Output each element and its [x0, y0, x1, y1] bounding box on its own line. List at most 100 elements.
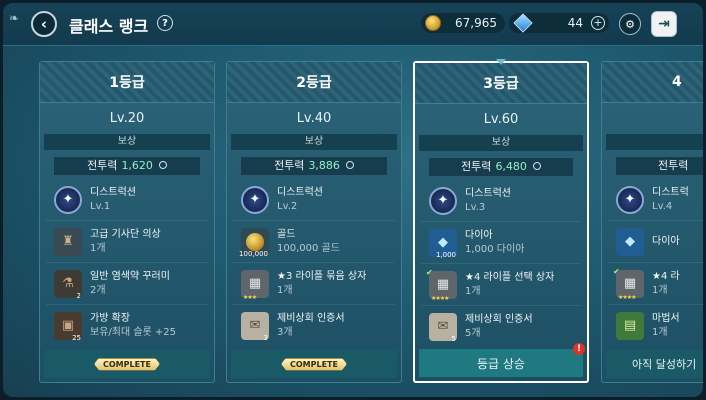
- reward-name: 디스트럭: [652, 186, 689, 198]
- reward-name: 다이아: [465, 229, 493, 241]
- card-footer: 아직 달성하기: [606, 350, 703, 378]
- star-rating: ★★★: [243, 293, 257, 301]
- power-requirement: 전투력: [616, 157, 703, 175]
- page-title: 클래스 랭크: [69, 17, 149, 36]
- level-requirement: [602, 111, 703, 129]
- reward-item[interactable]: ✦ 디스트럭 Lv.4: [608, 179, 703, 221]
- reward-name: 디스트럭션: [90, 186, 136, 198]
- reward-item[interactable]: ✔ ▦ ★★★★ ★4 라이플 선택 상자 1개: [421, 264, 581, 306]
- reward-item[interactable]: ▤ 마법서 1개: [608, 305, 703, 346]
- reward-item[interactable]: ✦ 디스트럭션 Lv.3: [421, 180, 581, 222]
- diamond-icon: ◆ 1,000: [429, 228, 457, 259]
- power-value: 6,480: [495, 160, 527, 173]
- bag-icon: ▣ 25: [54, 311, 82, 342]
- reward-item[interactable]: ✦ 디스트럭션 Lv.1: [46, 179, 208, 221]
- distruction-class-icon: ✦: [429, 186, 457, 215]
- reward-amount: 5개: [465, 327, 481, 339]
- diamond-icon: ◆: [616, 227, 644, 256]
- check-icon: ✔: [613, 266, 620, 276]
- magnify-icon[interactable]: [345, 161, 354, 169]
- rank-up-button[interactable]: 등급 상승 !: [419, 343, 585, 377]
- add-gems-button[interactable]: +: [591, 16, 605, 30]
- reward-item[interactable]: ✔ ▦ ★★★★ ★4 라 1개: [608, 263, 703, 305]
- reward-name: 일반 염색약 꾸러미: [90, 270, 170, 282]
- power-requirement: 전투력 3,886: [241, 157, 387, 175]
- level-requirement: Lv.20: [109, 111, 145, 126]
- top-bar: ❧ ‹ 클래스 랭크 ? 67,965 44 + ⚙ ⇥: [3, 3, 703, 46]
- certificate-icon: ✉ 3: [241, 311, 269, 342]
- level-requirement: Lv.60: [483, 112, 519, 127]
- reward-item[interactable]: ◆ 다이아: [608, 221, 703, 263]
- reward-item[interactable]: ✉ 5 제비상회 인증서 5개: [421, 306, 581, 347]
- back-button[interactable]: ‹: [31, 11, 57, 37]
- diamond-icon: [513, 13, 533, 33]
- class-rank-screen: ❧ ‹ 클래스 랭크 ? 67,965 44 + ⚙ ⇥ 1등급 Lv.20 보…: [3, 3, 703, 397]
- gold-amount: 67,965: [455, 16, 497, 30]
- magnify-icon[interactable]: [158, 161, 167, 169]
- exit-button[interactable]: ⇥: [651, 11, 677, 37]
- grade-title: 4: [602, 62, 703, 103]
- reward-name: 마법서: [652, 312, 680, 324]
- item-count: 2: [76, 291, 81, 300]
- reward-item[interactable]: ▣ 25 가방 확장 보유/최대 슬롯 +25: [46, 305, 208, 346]
- reward-item[interactable]: ✉ 3 제비상회 인증서 3개: [233, 305, 395, 346]
- reward-amount: Lv.3: [465, 201, 486, 213]
- certificate-icon: ✉ 5: [429, 312, 457, 343]
- reward-item[interactable]: ♜ 고급 기사단 의상 1개: [46, 221, 208, 263]
- dye-icon: ⚗ 2: [54, 269, 82, 300]
- reward-item[interactable]: ◆ 1,000 다이아 1,000 다이아: [421, 222, 581, 264]
- gear-icon: ⚙: [625, 17, 635, 31]
- power-label: 전투력: [87, 159, 118, 172]
- grade-card-2[interactable]: 2등급 Lv.40 보상 전투력 3,886 ✦ 디스트럭션 Lv.2 100,00…: [226, 61, 402, 383]
- reward-name: 제비상회 인증서: [465, 313, 533, 325]
- reward-item[interactable]: 100,000 골드 100,000 골드: [233, 221, 395, 263]
- reward-amount: 1,000 다이아: [465, 243, 525, 255]
- grade-card-4[interactable]: 4 전투력 ✦ 디스트럭 Lv.4 ◆ 다이아 ✔ ▦ ★★★★ ★4 라 1개 ▤ 마…: [601, 61, 703, 383]
- distruction-class-icon: ✦: [54, 185, 82, 214]
- help-icon[interactable]: ?: [157, 15, 173, 31]
- item-count: 3: [263, 333, 268, 342]
- grade-card-3[interactable]: 3등급 Lv.60 보상 전투력 6,480 ✦ 디스트럭션 Lv.3 ◆ 1,000…: [413, 59, 589, 383]
- reward-item[interactable]: ▦ ★★★ ★3 라이플 묶음 상자 1개: [233, 263, 395, 305]
- reward-amount: 3개: [277, 326, 293, 338]
- reward-amount: 2개: [90, 284, 106, 296]
- settings-button[interactable]: ⚙: [619, 13, 641, 35]
- reward-amount: 1개: [652, 284, 668, 296]
- item-count: 5: [451, 334, 456, 343]
- reward-item[interactable]: ⚗ 2 일반 염색약 꾸러미 2개: [46, 263, 208, 305]
- reward-amount: 1개: [465, 285, 481, 297]
- power-value: 1,620: [121, 159, 153, 172]
- reward-name: 가방 확장: [90, 312, 130, 324]
- reward-name: 고급 기사단 의상: [90, 228, 161, 240]
- gold-coin-icon: [425, 15, 441, 31]
- reward-name: 제비상회 인증서: [277, 312, 345, 324]
- chevron-left-icon: ‹: [40, 15, 48, 33]
- reward-name: ★4 라이플 선택 상자: [465, 271, 555, 283]
- rank-up-label: 등급 상승: [477, 356, 525, 371]
- exit-door-icon: ⇥: [658, 16, 670, 32]
- reward-label: 보상: [419, 135, 583, 151]
- power-label: 전투력: [658, 159, 689, 172]
- power-label: 전투력: [274, 159, 305, 172]
- reward-list: ✦ 디스트럭션 Lv.3 ◆ 1,000 다이아 1,000 다이아 ✔ ▦ ★★★★ ★…: [415, 180, 587, 347]
- star-rating: ★★★★: [618, 293, 636, 301]
- power-requirement: 전투력 6,480: [429, 158, 573, 176]
- reward-list: ✦ 디스트럭션 Lv.1 ♜ 고급 기사단 의상 1개 ⚗ 2 일반 염색약 꾸러미 2…: [40, 179, 214, 346]
- reward-label: [606, 134, 703, 150]
- reward-name: 다이아: [652, 235, 680, 247]
- gem-currency: 44 +: [509, 13, 609, 33]
- reward-amount: 1개: [277, 284, 293, 296]
- grade-title: 3등급: [415, 63, 587, 104]
- reward-item[interactable]: ✦ 디스트럭션 Lv.2: [233, 179, 395, 221]
- grade-card-1[interactable]: 1등급 Lv.20 보상 전투력 1,620 ✦ 디스트럭션 Lv.1 ♜ 고급 기…: [39, 61, 215, 383]
- complete-badge: COMPLETE: [281, 357, 347, 371]
- reward-amount: Lv.2: [277, 200, 298, 212]
- alert-badge: !: [573, 343, 585, 355]
- magnify-icon[interactable]: [532, 162, 541, 170]
- complete-badge: COMPLETE: [94, 357, 160, 371]
- reward-amount: Lv.1: [90, 200, 111, 212]
- star-rating: ★★★★: [431, 294, 449, 302]
- reward-name: 디스트럭션: [277, 186, 323, 198]
- reward-label: 보상: [231, 134, 397, 150]
- grade-title: 2등급: [227, 62, 401, 103]
